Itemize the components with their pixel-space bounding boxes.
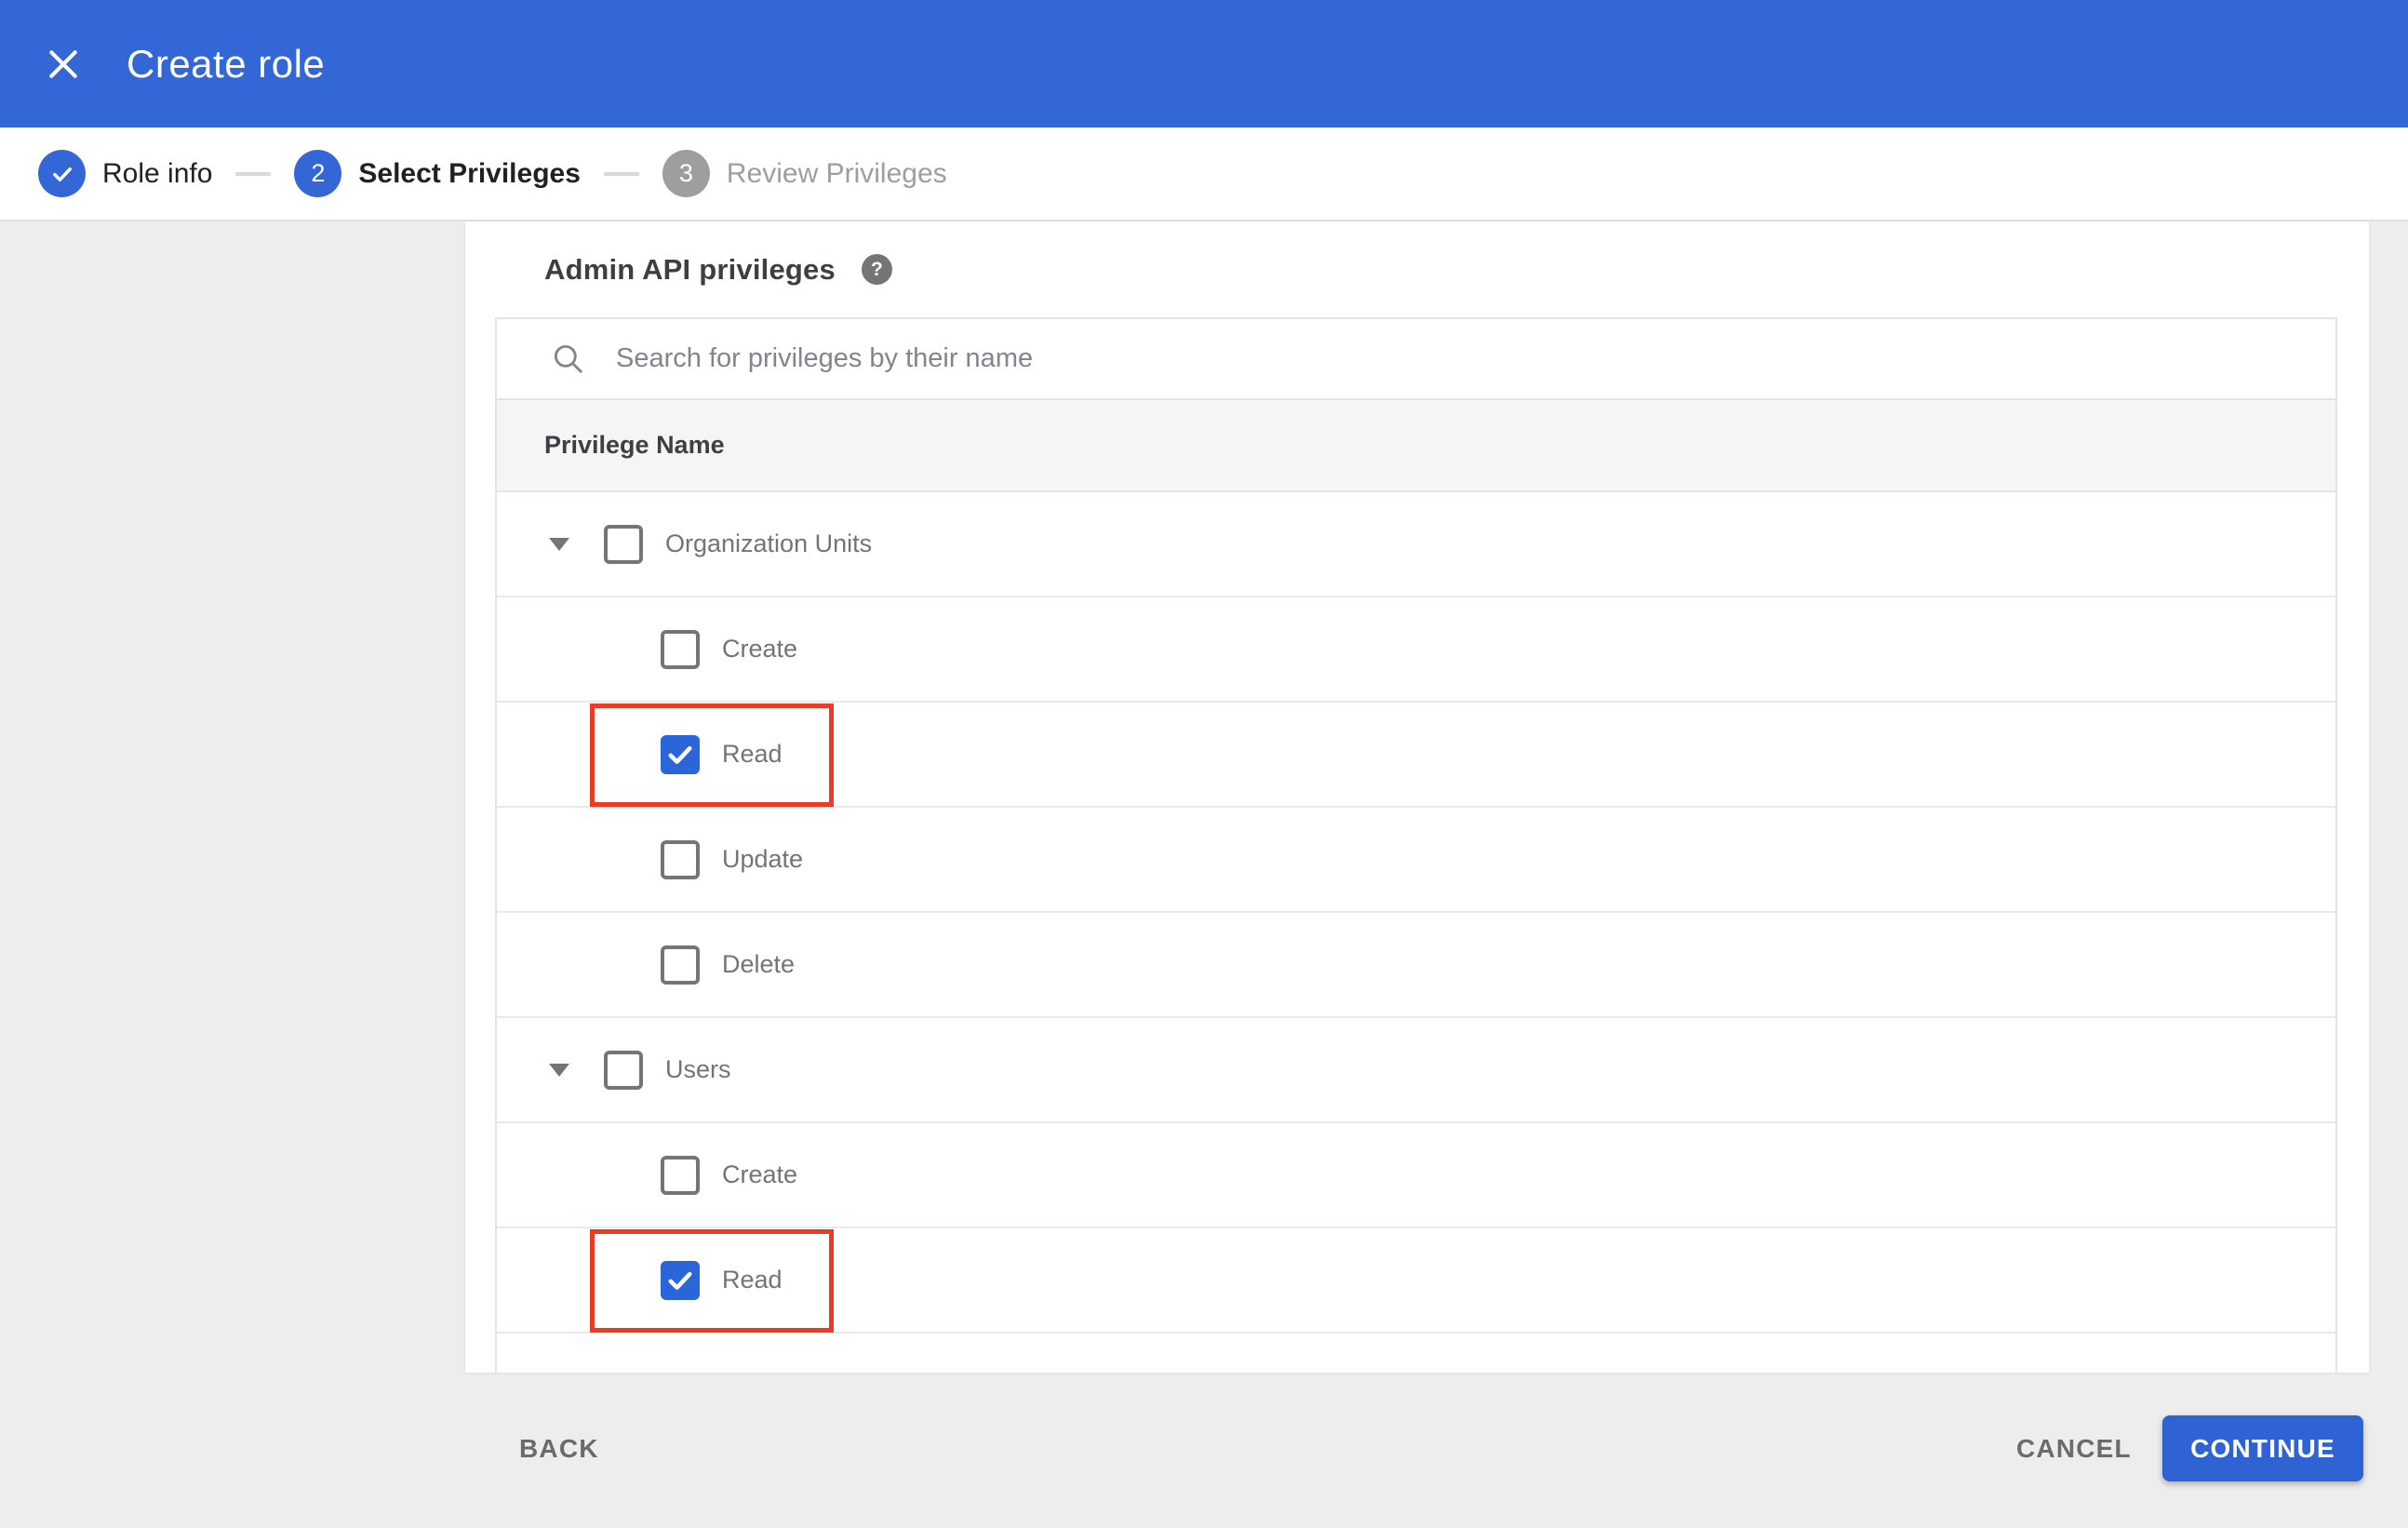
step-number-badge: 2 (294, 150, 342, 197)
search-icon (554, 344, 582, 373)
appbar: Create role (0, 0, 2408, 127)
checkbox-delete[interactable] (661, 945, 700, 985)
privilege-label: Update (722, 845, 804, 873)
privilege-row-organization-units-create: Create (497, 597, 2335, 703)
checkbox-create[interactable] (661, 1155, 700, 1195)
privilege-row-organization-units-read: Read (497, 703, 2335, 808)
highlight-box (590, 1229, 834, 1333)
stepper: Role info 2 Select Privileges 3 Review P… (0, 127, 2408, 221)
step-label: Review Privileges (726, 157, 947, 189)
step-label: Role info (102, 157, 213, 189)
step-number-badge: 3 (662, 150, 710, 197)
privilege-row-users-read: Read (497, 1228, 2335, 1334)
step-complete-check-icon (38, 150, 86, 197)
step-review-privileges[interactable]: 3 Review Privileges (662, 150, 947, 197)
privilege-label: Read (722, 740, 783, 768)
back-button[interactable]: BACK (499, 1415, 620, 1481)
privilege-label: Create (722, 635, 798, 663)
privilege-table-body: Organization Units Create Read Update Delete… (497, 492, 2335, 1373)
highlight-box (590, 704, 834, 807)
privilege-row-organization-units-update: Update (497, 808, 2335, 913)
collapse-arrow-icon[interactable] (548, 1059, 570, 1081)
privilege-group-row-organization-units: Organization Units (497, 492, 2335, 597)
step-role-info[interactable]: Role info (38, 150, 212, 197)
privilege-table: Privilege Name Organization Units Create R… (495, 317, 2337, 1373)
search-row (497, 319, 2335, 400)
step-select-privileges[interactable]: 2 Select Privileges (294, 150, 581, 197)
partial-row (497, 1334, 2335, 1373)
dialog-title: Create role (127, 41, 326, 86)
step-connector (235, 171, 272, 176)
step-connector (603, 171, 639, 176)
privilege-row-organization-units-delete: Delete (497, 913, 2335, 1018)
checkbox-read[interactable] (661, 734, 700, 774)
checkbox-update[interactable] (661, 839, 700, 879)
privilege-group-label: Organization Units (665, 529, 873, 557)
section-title: Admin API privileges (544, 252, 836, 286)
privilege-label: Read (722, 1266, 783, 1293)
continue-button[interactable]: CONTINUE (2162, 1415, 2363, 1481)
checkbox-create[interactable] (661, 629, 700, 669)
cancel-button[interactable]: CANCEL (1988, 1415, 2160, 1481)
collapse-arrow-icon[interactable] (548, 533, 570, 556)
privilege-label: Delete (722, 950, 796, 978)
search-input[interactable] (616, 330, 2335, 387)
help-icon[interactable]: ? (861, 254, 892, 285)
checkbox-read[interactable] (661, 1260, 700, 1300)
step-label: Select Privileges (358, 157, 581, 189)
table-header-row: Privilege Name (497, 400, 2335, 492)
privilege-group-row-users: Users (497, 1018, 2335, 1123)
privileges-card: Admin API privileges ? Privilege Name Or… (465, 221, 2369, 1373)
checkbox-organization-units[interactable] (604, 524, 643, 564)
privilege-label: Create (722, 1160, 798, 1188)
card-heading-row: Admin API privileges ? (465, 221, 2369, 317)
privilege-row-users-create: Create (497, 1123, 2335, 1228)
privilege-group-label: Users (665, 1055, 731, 1083)
close-icon[interactable] (35, 36, 91, 92)
checkbox-users[interactable] (604, 1050, 643, 1090)
column-header-privilege-name: Privilege Name (544, 431, 725, 459)
